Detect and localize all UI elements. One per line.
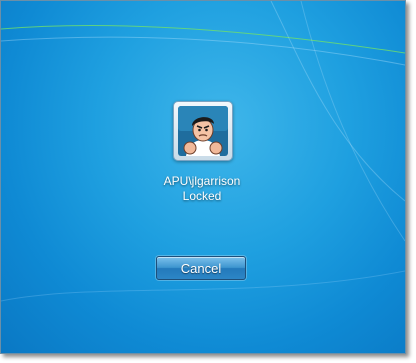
lock-screen: APU\jlgarrison Locked Cancel [0,0,406,354]
user-name-label: APU\jlgarrison [163,174,241,188]
user-avatar-icon [178,106,228,156]
user-status-label: Locked [182,189,222,203]
cancel-button[interactable]: Cancel [156,256,246,280]
user-avatar-tile[interactable] [173,101,233,161]
